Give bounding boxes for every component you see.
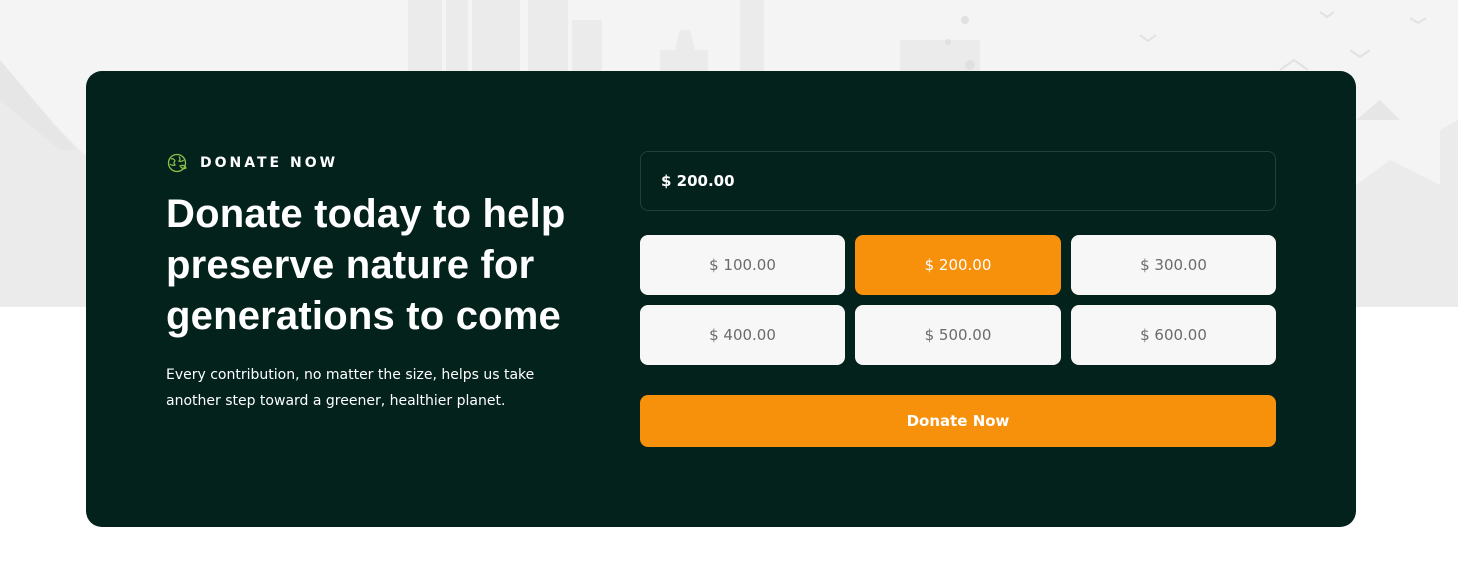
donation-amount-input[interactable]	[640, 151, 1276, 211]
amount-option-300[interactable]: $ 300.00	[1071, 235, 1276, 295]
amount-option-100[interactable]: $ 100.00	[640, 235, 845, 295]
amount-option-200-selected[interactable]: $ 200.00	[855, 235, 1061, 295]
amount-option-500[interactable]: $ 500.00	[855, 305, 1061, 365]
amount-option-600[interactable]: $ 600.00	[1071, 305, 1276, 365]
section-eyebrow: DONATE NOW	[166, 153, 338, 173]
section-description: Every contribution, no matter the size, …	[166, 367, 535, 409]
donate-now-button[interactable]: Donate Now	[640, 395, 1276, 447]
eyebrow-label: DONATE NOW	[200, 155, 339, 171]
section-title: Donate today to help preserve nature for…	[166, 192, 566, 338]
donate-card: DONATE NOW Donate today to help preserve…	[86, 71, 1356, 527]
globe-leaf-icon	[166, 153, 190, 173]
donate-section: DONATE NOW Donate today to help preserve…	[0, 0, 1458, 572]
amount-option-400[interactable]: $ 400.00	[640, 305, 845, 365]
amount-options-grid: $ 100.00 $ 200.00 $ 300.00 $ 400.00 $ 50…	[640, 235, 1276, 365]
